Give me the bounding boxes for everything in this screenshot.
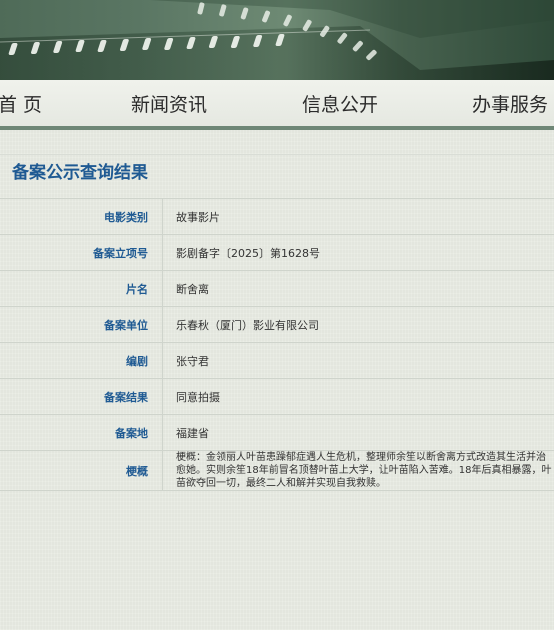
page-title: 备案公示查询结果 (12, 163, 148, 183)
row-value-screenwriter: 张守君 (162, 342, 554, 379)
table-row: 片名 断舍离 (0, 270, 554, 307)
nav-home[interactable]: 首 页 (0, 90, 42, 117)
row-value-filing-unit: 乐春秋（厦门）影业有限公司 (162, 306, 554, 343)
row-label-synopsis: 梗概 (0, 450, 163, 491)
page-title-bar: 备案公示查询结果 (0, 154, 554, 199)
nav-services[interactable]: 办事服务 (472, 90, 548, 117)
row-value-film-title: 断舍离 (162, 270, 554, 307)
record-table: 电影类别 故事影片 备案立项号 影剧备字〔2025〕第1628号 片名 断舍离 … (0, 198, 554, 491)
row-value-film-category: 故事影片 (162, 198, 554, 235)
row-label-film-title: 片名 (0, 270, 163, 307)
row-value-filing-location: 福建省 (162, 414, 554, 451)
nav-news[interactable]: 新闻资讯 (131, 90, 207, 117)
table-row: 梗概 梗概：金领丽人叶苗患躁郁症遇人生危机，整理师余笙以断舍离方式改造其生活并治… (0, 450, 554, 491)
row-label-filing-number: 备案立项号 (0, 234, 163, 271)
header-banner (0, 0, 554, 80)
table-row: 备案结果 同意拍摄 (0, 378, 554, 415)
table-row: 备案单位 乐春秋（厦门）影业有限公司 (0, 306, 554, 343)
table-row: 电影类别 故事影片 (0, 198, 554, 235)
table-row: 备案立项号 影剧备字〔2025〕第1628号 (0, 234, 554, 271)
row-label-filing-unit: 备案单位 (0, 306, 163, 343)
row-value-filing-result: 同意拍摄 (162, 378, 554, 415)
main-nav: 首 页 新闻资讯 信息公开 办事服务 (0, 80, 554, 130)
row-label-filing-location: 备案地 (0, 414, 163, 451)
row-value-filing-number: 影剧备字〔2025〕第1628号 (162, 234, 554, 271)
row-label-film-category: 电影类别 (0, 198, 163, 235)
row-value-synopsis: 梗概：金领丽人叶苗患躁郁症遇人生危机，整理师余笙以断舍离方式改造其生活并治愈她。… (162, 450, 554, 491)
row-label-filing-result: 备案结果 (0, 378, 163, 415)
table-row: 备案地 福建省 (0, 414, 554, 451)
nav-info-disclosure[interactable]: 信息公开 (302, 90, 378, 117)
table-row: 编剧 张守君 (0, 342, 554, 379)
row-label-screenwriter: 编剧 (0, 342, 163, 379)
film-strip-graphic (0, 0, 554, 80)
